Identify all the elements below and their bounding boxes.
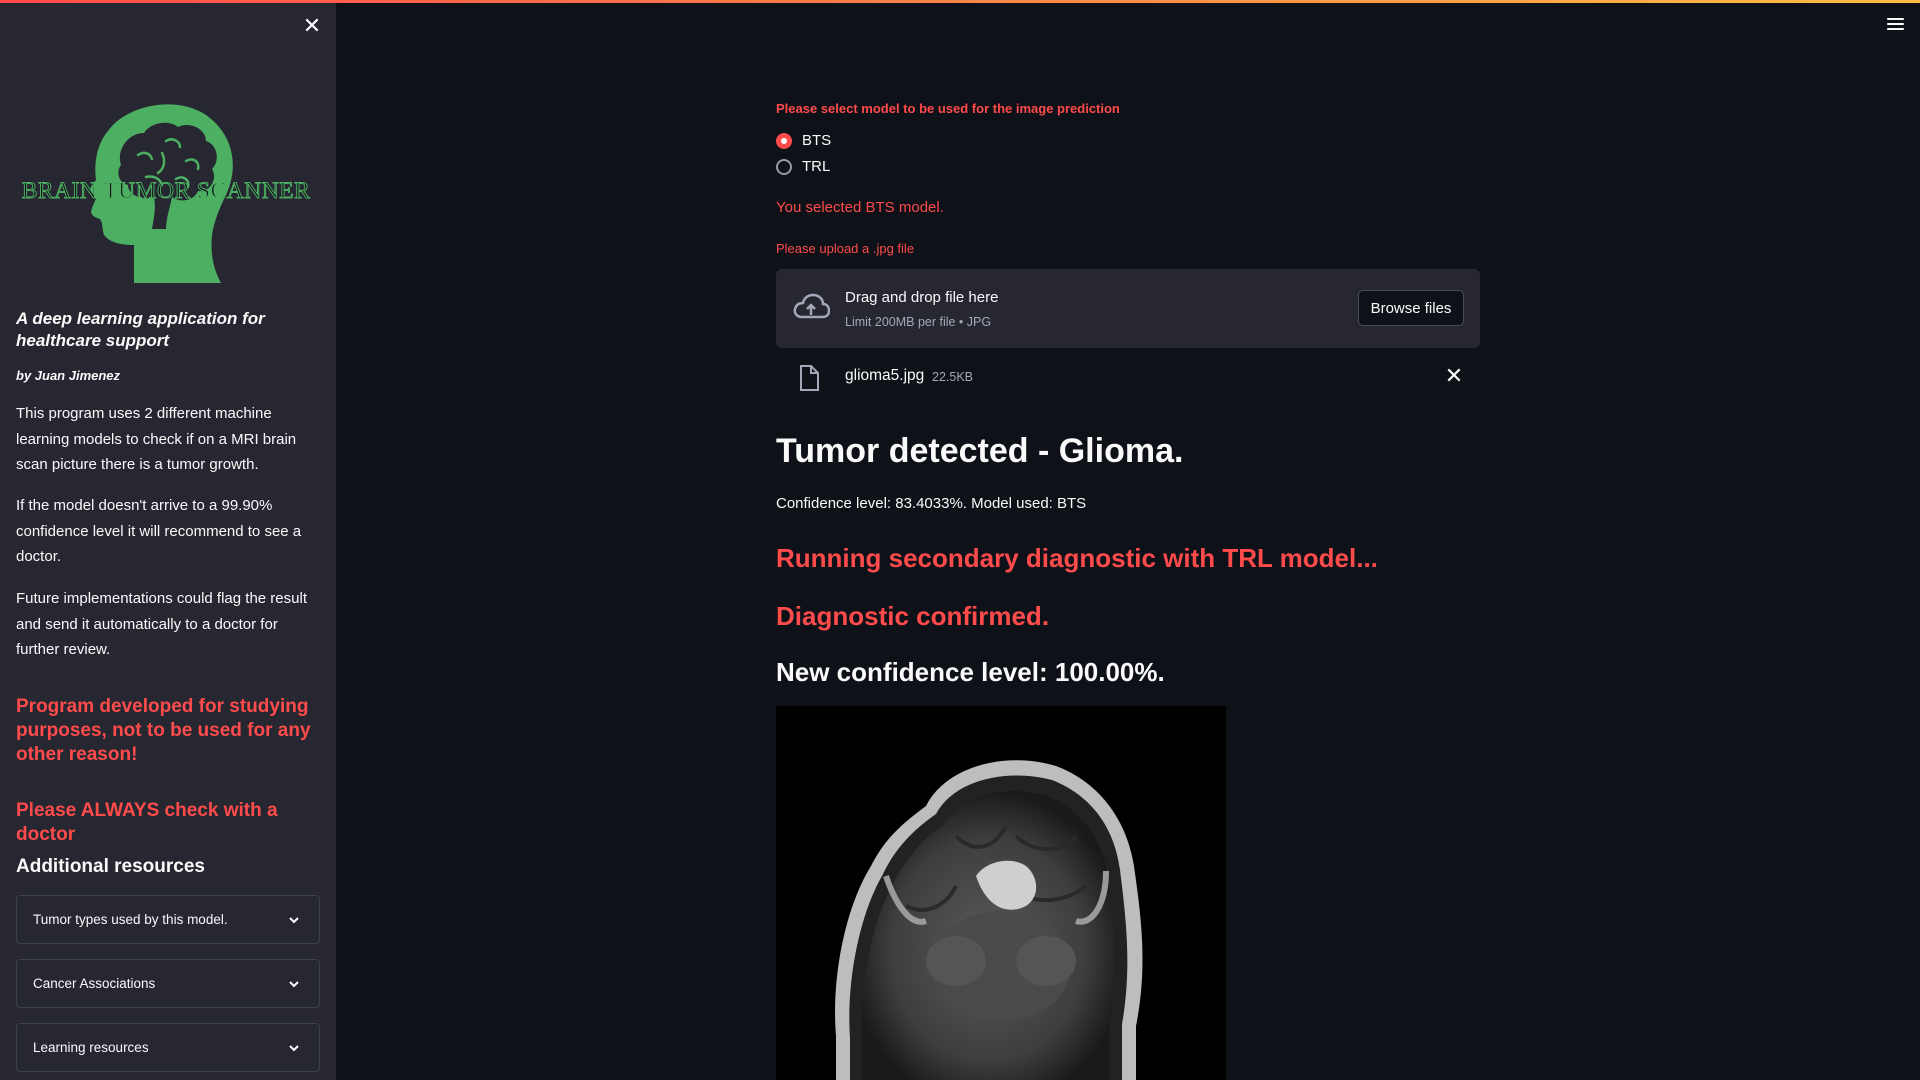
radio-option-trl[interactable]: TRL bbox=[776, 158, 830, 175]
browse-files-button[interactable]: Browse files bbox=[1358, 290, 1464, 326]
logo-text: BRAIN TUMOR SCANNER bbox=[21, 178, 311, 205]
close-icon[interactable]: ✕ bbox=[302, 15, 322, 37]
mri-scan-image bbox=[776, 706, 1226, 1080]
top-decoration-bar bbox=[0, 0, 1920, 3]
selected-model-message: You selected BTS model. bbox=[776, 199, 944, 216]
secondary-diagnostic-text: Running secondary diagnostic with TRL mo… bbox=[776, 543, 1378, 573]
description-paragraph: Future implementations could flag the re… bbox=[16, 590, 307, 658]
mri-brain-scan bbox=[776, 706, 1226, 1080]
expander-label: Cancer Associations bbox=[33, 976, 156, 991]
radio-label: BTS bbox=[802, 132, 832, 149]
model-select-label: Please select model to be used for the i… bbox=[776, 101, 1120, 116]
description-paragraph: This program uses 2 different machine le… bbox=[16, 405, 297, 473]
expander-tumor-types[interactable]: Tumor types used by this model. bbox=[16, 895, 320, 944]
remove-file-icon[interactable]: ✕ bbox=[1444, 365, 1464, 387]
chevron-down-icon bbox=[289, 1044, 299, 1051]
menu-icon[interactable] bbox=[1887, 18, 1904, 32]
radio-option-bts[interactable]: BTS bbox=[776, 132, 831, 149]
chevron-down-icon bbox=[289, 980, 299, 987]
diagnostic-confirmed-text: Diagnostic confirmed. bbox=[776, 601, 1050, 631]
dropzone-title: Drag and drop file here bbox=[845, 289, 999, 306]
new-confidence-text: New confidence level: 100.00%. bbox=[776, 657, 1165, 687]
file-size: 22.5KB bbox=[932, 370, 974, 384]
resources-heading: Additional resources bbox=[16, 856, 205, 877]
cloud-upload-icon bbox=[793, 293, 830, 319]
expander-label: Learning resources bbox=[33, 1040, 149, 1055]
confidence-text: Confidence level: 83.4033%. Model used: … bbox=[776, 495, 1087, 512]
file-dropzone[interactable]: Drag and drop file here Limit 200MB per … bbox=[776, 269, 1480, 348]
chevron-down-icon bbox=[289, 916, 299, 923]
radio-button[interactable] bbox=[776, 132, 792, 149]
doctor-warning: Please ALWAYS check with a doctor bbox=[16, 800, 278, 845]
disclaimer-warning: Program developed for studying purposes,… bbox=[16, 696, 311, 765]
file-icon bbox=[800, 365, 819, 391]
radio-label: TRL bbox=[802, 158, 831, 175]
author: by Juan Jimenez bbox=[16, 368, 121, 383]
expander-cancer-associations[interactable]: Cancer Associations bbox=[16, 959, 320, 1008]
dropzone-limit: Limit 200MB per file • JPG bbox=[845, 315, 992, 329]
expander-label: Tumor types used by this model. bbox=[33, 912, 228, 927]
app-subtitle: A deep learning application for healthca… bbox=[16, 309, 265, 350]
uploaded-file: glioma5.jpg 22.5KB ✕ bbox=[776, 362, 1480, 394]
upload-label: Please upload a .jpg file bbox=[776, 241, 915, 256]
description-paragraph: If the model doesn't arrive to a 99.90% … bbox=[16, 497, 302, 565]
radio-button[interactable] bbox=[776, 158, 792, 175]
result-title: Tumor detected - Glioma. bbox=[776, 432, 1184, 470]
sidebar: ✕ BRAIN TUMOR SCANNER A deep learning ap… bbox=[0, 0, 336, 1080]
file-name: glioma5.jpg bbox=[845, 367, 925, 384]
expander-learning-resources[interactable]: Learning resources bbox=[16, 1023, 320, 1072]
